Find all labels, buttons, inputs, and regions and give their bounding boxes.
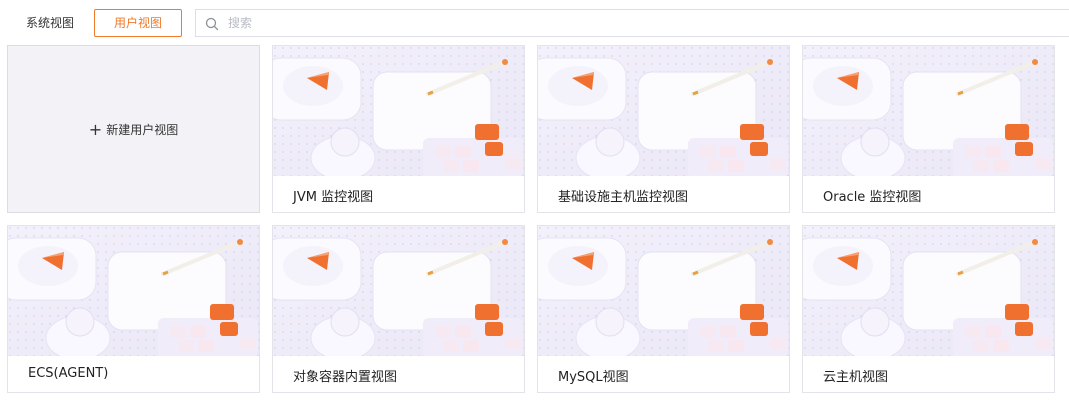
new-user-view-label: 新建用户视图: [106, 123, 179, 137]
plus-icon: +: [88, 120, 103, 139]
view-card[interactable]: Oracle 监控视图: [802, 45, 1055, 213]
view-thumbnail-image: [273, 226, 524, 356]
search-icon: [205, 17, 219, 31]
view-card[interactable]: ECS(AGENT): [7, 225, 260, 393]
view-card[interactable]: JVM 监控视图: [272, 45, 525, 213]
view-card-title: 基础设施主机监控视图: [558, 190, 689, 205]
view-thumbnail-image: [8, 226, 259, 356]
view-thumbnail-image: [803, 46, 1054, 176]
view-thumbnail-image: [538, 226, 789, 356]
new-user-view-button[interactable]: + 新建用户视图: [8, 120, 259, 139]
view-card-title: 对象容器内置视图: [293, 370, 398, 385]
view-card-title: Oracle 监控视图: [823, 190, 922, 205]
view-thumbnail-image: [803, 226, 1054, 356]
view-card-title: MySQL视图: [558, 370, 629, 385]
tab-system-views[interactable]: 系统视图: [7, 9, 93, 37]
view-thumbnail-image: [538, 46, 789, 176]
view-toolbar: 系统视图 用户视图: [7, 9, 1069, 37]
view-card-title: 云主机视图: [823, 370, 889, 385]
view-card[interactable]: 基础设施主机监控视图: [537, 45, 790, 213]
view-card-title: ECS(AGENT): [28, 366, 109, 381]
search-box: [195, 9, 1069, 37]
search-input[interactable]: [228, 13, 828, 33]
view-card-title: JVM 监控视图: [293, 190, 374, 205]
view-card[interactable]: 对象容器内置视图: [272, 225, 525, 393]
view-card[interactable]: 云主机视图: [802, 225, 1055, 393]
view-thumbnail-image: [273, 46, 524, 176]
new-user-view-card[interactable]: + 新建用户视图: [7, 45, 260, 213]
view-card[interactable]: MySQL视图: [537, 225, 790, 393]
tab-user-views[interactable]: 用户视图: [94, 9, 182, 37]
